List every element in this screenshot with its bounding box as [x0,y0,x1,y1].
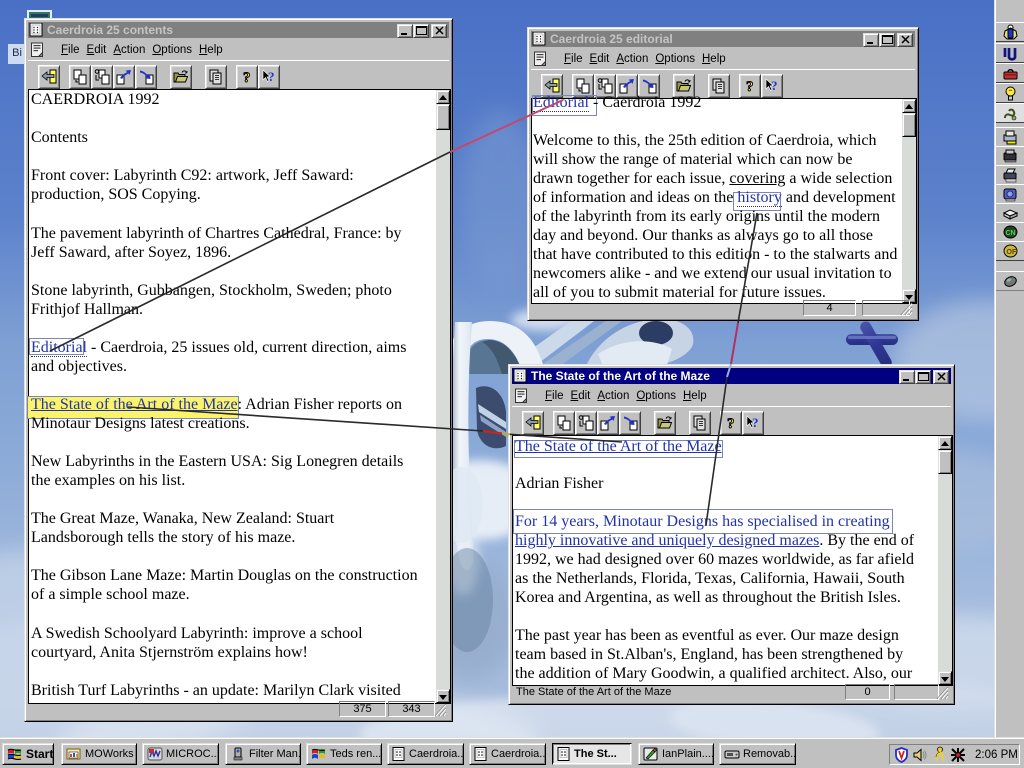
svg-text:?: ? [243,70,251,85]
svg-text:?: ? [727,416,735,431]
svg-text:CN: CN [1005,230,1015,237]
svg-text:OF: OF [1006,249,1016,256]
